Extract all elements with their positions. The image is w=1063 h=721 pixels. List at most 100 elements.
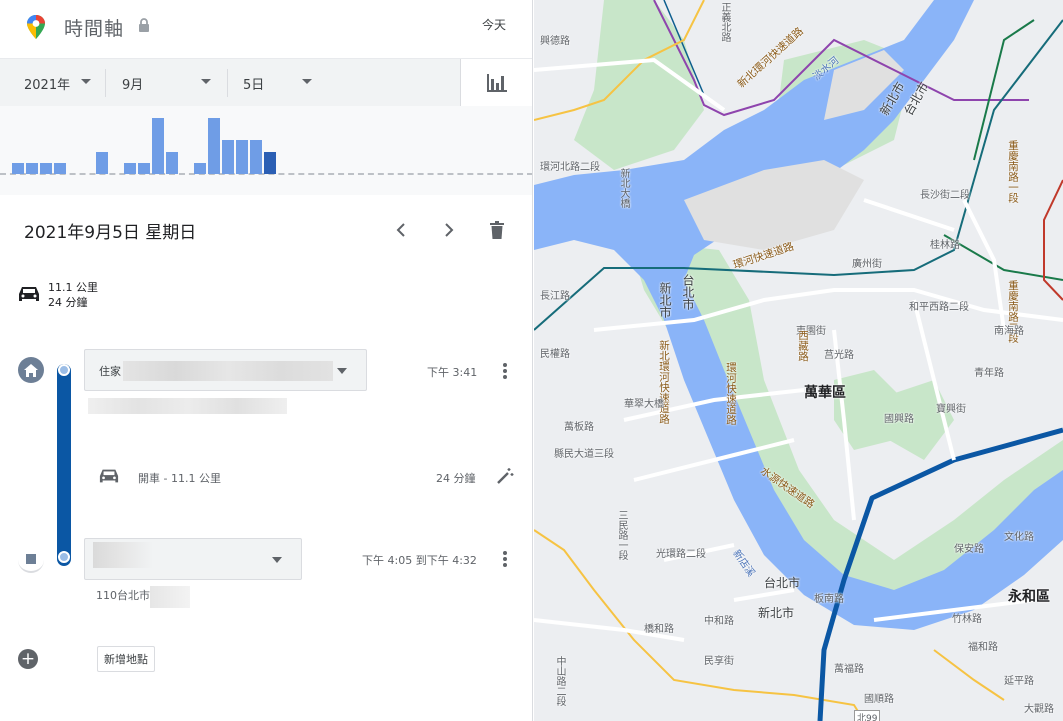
histogram-bar[interactable] (138, 163, 150, 174)
street-label: 福和路 (968, 642, 998, 653)
city-label: 新北市 (758, 606, 795, 620)
street-label: 長沙街二段 (920, 190, 970, 201)
histogram-bar[interactable] (222, 140, 234, 174)
month-select[interactable]: 9月 (122, 59, 218, 107)
timeline-track (57, 364, 71, 566)
histogram-bar[interactable] (152, 118, 164, 174)
stats-chart-button[interactable] (460, 59, 532, 107)
redacted-address (150, 586, 190, 608)
date-picker: 2021年 9月 5日 (0, 58, 532, 107)
street-label: 光環路二段 (656, 549, 706, 560)
street-label: 國順路 (864, 694, 894, 705)
end-more-button[interactable] (498, 548, 512, 570)
histogram-bar[interactable] (124, 163, 136, 174)
city-label: 台北市 (681, 274, 695, 310)
chevron-down-icon (302, 79, 312, 84)
start-time: 下午 3:41 (427, 366, 478, 379)
histogram-bar[interactable] (40, 163, 52, 174)
street-label: 文化路 (1004, 532, 1034, 543)
city-label: 台北市 (764, 576, 801, 590)
chevron-down-icon (337, 368, 347, 374)
street-label: 延平路 (1004, 676, 1034, 687)
car-icon (19, 287, 39, 301)
start-place-select[interactable]: 住家 (84, 349, 367, 391)
histogram-bar[interactable] (250, 140, 262, 174)
street-label: 中和路 (704, 616, 734, 627)
end-place-address: 110台北市 (96, 589, 150, 602)
end-place-select[interactable] (84, 538, 302, 580)
redacted-text (123, 361, 333, 381)
previous-day-button[interactable] (390, 218, 412, 242)
street-label: 橋和路 (644, 624, 674, 635)
street-label: 青年路 (974, 368, 1004, 379)
delete-day-button[interactable] (486, 218, 508, 242)
histogram-bar[interactable] (12, 163, 24, 174)
street-label: 南海路 (994, 326, 1024, 337)
daily-activity-histogram[interactable] (0, 106, 532, 195)
street-label: 大觀路 (1024, 704, 1054, 715)
chevron-down-icon (81, 79, 91, 84)
timeline-end-dot (58, 551, 70, 563)
road-label: 西藏路 (797, 330, 809, 362)
day-select[interactable]: 5日 (243, 59, 323, 107)
street-label: 民權路 (540, 349, 570, 360)
year-select[interactable]: 2021年 (24, 59, 104, 107)
street-label: 三民路一段 (616, 510, 627, 560)
page-title: 時間軸 (64, 18, 125, 40)
selected-day-title: 2021年9月5日 星期日 (24, 223, 197, 243)
road-label: 新北環河快速道路 (658, 340, 670, 424)
today-button[interactable]: 今天 (482, 16, 506, 33)
end-time-range: 下午 4:05 到下午 4:32 (362, 554, 477, 567)
histogram-bar[interactable] (26, 163, 38, 174)
street-label: 寶興街 (936, 404, 966, 415)
histogram-bar[interactable] (264, 152, 276, 174)
histogram-bar[interactable] (54, 163, 66, 174)
magic-wand-icon[interactable] (496, 467, 514, 485)
district-label: 永和區 (1008, 589, 1050, 605)
histogram-bar[interactable] (96, 152, 108, 174)
road-label: 環河快速道路 (725, 362, 737, 425)
street-label: 興德路 (540, 36, 570, 47)
street-label: 廣州街 (852, 259, 882, 270)
segment-mode-distance: 開車 - 11.1 公里 (138, 472, 221, 485)
month-value: 9月 (122, 77, 144, 93)
divider (105, 69, 106, 97)
street-label: 和平西路二段 (909, 302, 969, 313)
chevron-left-icon (396, 223, 405, 237)
route-shield-label: 北99 (854, 710, 881, 721)
segment-duration: 24 分鐘 (436, 472, 476, 485)
histogram-bar[interactable] (166, 152, 178, 174)
street-label: 莒光路 (824, 350, 854, 361)
google-maps-logo-icon (27, 15, 45, 39)
timeline-start-dot (58, 364, 70, 376)
street-label: 萬福路 (834, 664, 864, 675)
divider (227, 69, 228, 97)
chevron-down-icon (272, 557, 282, 563)
street-label: 桂林路 (930, 240, 960, 251)
start-place-name: 住家 (99, 365, 121, 378)
histogram-bar[interactable] (208, 118, 220, 174)
street-label: 華翠大橋 (624, 399, 664, 410)
city-label: 新北市 (658, 282, 672, 318)
trash-icon (490, 221, 504, 239)
timeline-panel: 時間軸 今天 2021年 9月 5日 2021年9月5日 星期日 11.1 公里… (0, 0, 533, 721)
street-label: 板南路 (814, 594, 844, 605)
lock-icon (139, 18, 149, 32)
redacted-address (88, 398, 287, 414)
add-place-icon[interactable]: + (18, 649, 38, 669)
year-value: 2021年 (24, 77, 71, 93)
add-place-button[interactable]: 新增地點 (97, 646, 155, 672)
street-label: 國興路 (884, 414, 914, 425)
bar-chart-icon (487, 74, 507, 92)
summary-distance: 11.1 公里 (48, 281, 98, 294)
street-label: 竹林路 (952, 614, 982, 625)
district-label: 萬華區 (804, 385, 846, 401)
histogram-bar[interactable] (194, 163, 206, 174)
day-value: 5日 (243, 77, 265, 93)
next-day-button[interactable] (438, 218, 460, 242)
histogram-bar[interactable] (236, 140, 248, 174)
redacted-text (93, 542, 153, 568)
summary-duration: 24 分鐘 (48, 296, 88, 309)
map-view[interactable]: 正義北路 興德路 環河北路二段 長江路 新北環河快速道路 淡水河 新北市 台北市… (534, 0, 1063, 721)
start-more-button[interactable] (498, 360, 512, 382)
